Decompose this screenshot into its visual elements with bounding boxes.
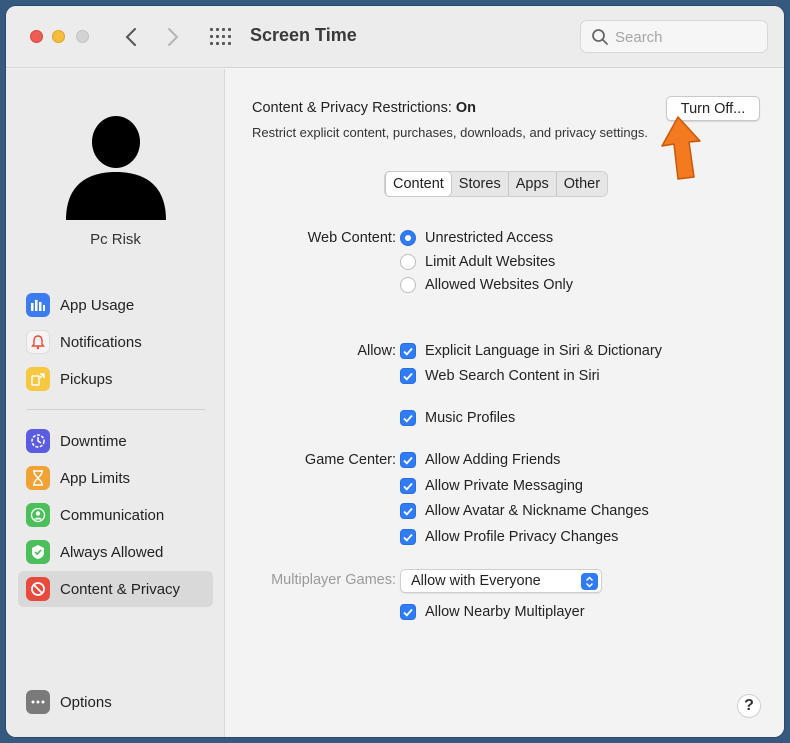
web-content-label: Web Content:: [307, 230, 396, 246]
checkbox-label: Allow Profile Privacy Changes: [425, 529, 619, 545]
content-privacy-pane: Content & Privacy Restrictions: On Restr…: [226, 69, 784, 737]
check-shield-icon: [26, 540, 50, 564]
pickups-icon: [26, 367, 50, 391]
tab-bar: Content Stores Apps Other: [384, 171, 609, 197]
sidebar-divider: [26, 409, 206, 410]
radio-limit-adult-websites[interactable]: Limit Adult Websites: [400, 252, 555, 272]
more-dots-icon: [26, 690, 50, 714]
checkbox-web-search-content[interactable]: Web Search Content in Siri: [400, 366, 600, 386]
bar-chart-icon: [26, 293, 50, 317]
checkbox-label: Allow Private Messaging: [425, 478, 583, 494]
checkbox-label: Allow Adding Friends: [425, 452, 561, 468]
sidebar-item-notifications[interactable]: Notifications: [18, 324, 213, 360]
search-input[interactable]: [615, 27, 763, 47]
checkbox-checked-icon[interactable]: [400, 604, 416, 620]
tab-apps[interactable]: Apps: [509, 172, 557, 196]
window-title: Screen Time: [250, 25, 357, 45]
sidebar-item-label: Always Allowed: [60, 543, 164, 561]
radio-button[interactable]: [400, 277, 416, 293]
sidebar-item-always-allowed[interactable]: Always Allowed: [18, 534, 213, 570]
tab-other[interactable]: Other: [557, 172, 607, 196]
checkbox-allow-profile-privacy[interactable]: Allow Profile Privacy Changes: [400, 527, 618, 547]
sidebar: Pc Risk App Usage Notifications Pickups …: [6, 69, 225, 737]
checkbox-label: Web Search Content in Siri: [425, 368, 600, 384]
checkbox-label: Explicit Language in Siri & Dictionary: [425, 343, 662, 359]
back-button[interactable]: [116, 20, 146, 54]
sidebar-item-label: Notifications: [60, 333, 142, 351]
sidebar-item-label: Communication: [60, 506, 165, 524]
radio-allowed-websites-only[interactable]: Allowed Websites Only: [400, 275, 573, 295]
checkbox-checked-icon[interactable]: [400, 452, 416, 468]
search-icon: [592, 29, 608, 45]
sidebar-item-label: Content & Privacy: [60, 580, 181, 598]
radio-label: Allowed Websites Only: [425, 277, 574, 293]
multiplayer-games-select[interactable]: Allow with Everyone: [400, 569, 602, 593]
tab-content[interactable]: Content: [385, 171, 452, 197]
select-value: Allow with Everyone: [411, 573, 541, 589]
checkbox-allow-adding-friends[interactable]: Allow Adding Friends: [400, 450, 560, 470]
radio-unrestricted-access[interactable]: Unrestricted Access: [400, 228, 553, 248]
allow-label: Allow:: [357, 343, 396, 359]
sidebar-item-communication[interactable]: Communication: [18, 497, 213, 533]
sidebar-item-options[interactable]: Options: [18, 684, 213, 720]
tab-stores[interactable]: Stores: [452, 172, 509, 196]
downtime-icon: [26, 429, 50, 453]
sidebar-item-pickups[interactable]: Pickups: [18, 361, 213, 397]
checkbox-allow-avatar-nickname[interactable]: Allow Avatar & Nickname Changes: [400, 501, 649, 521]
search-field[interactable]: [580, 20, 768, 53]
radio-button[interactable]: [400, 254, 416, 270]
restrictions-title: Content & Privacy Restrictions:: [252, 100, 456, 116]
forward-button[interactable]: [158, 20, 188, 54]
no-entry-icon: [26, 577, 50, 601]
radio-label: Limit Adult Websites: [425, 254, 556, 270]
up-down-arrows-icon: [581, 573, 598, 590]
checkbox-music-profiles[interactable]: Music Profiles: [400, 408, 515, 428]
screen-time-window: Screen Time Pc Risk App Usage Notificati…: [6, 6, 784, 737]
sidebar-item-label: Options: [60, 693, 112, 711]
checkbox-allow-nearby-multiplayer[interactable]: Allow Nearby Multiplayer: [400, 602, 585, 622]
sidebar-item-label: Downtime: [60, 432, 127, 450]
help-button[interactable]: ?: [737, 694, 761, 718]
chevron-right-icon: [168, 28, 179, 46]
checkbox-explicit-language[interactable]: Explicit Language in Siri & Dictionary: [400, 341, 662, 361]
restrictions-status: Content & Privacy Restrictions: On: [252, 100, 476, 116]
restrictions-description: Restrict explicit content, purchases, do…: [252, 125, 648, 140]
bell-icon: [26, 330, 50, 354]
hourglass-icon: [26, 466, 50, 490]
orange-arrow-icon: [661, 116, 701, 180]
sidebar-item-content-privacy[interactable]: Content & Privacy: [18, 571, 213, 607]
radio-button[interactable]: [400, 230, 416, 246]
checkbox-label: Allow Avatar & Nickname Changes: [425, 503, 649, 519]
checkbox-label: Allow Nearby Multiplayer: [425, 604, 585, 620]
minimize-window-button[interactable]: [52, 30, 65, 43]
radio-label: Unrestricted Access: [425, 230, 554, 246]
sidebar-item-app-limits[interactable]: App Limits: [18, 460, 213, 496]
checkbox-checked-icon[interactable]: [400, 410, 416, 426]
sidebar-item-label: App Limits: [60, 469, 131, 487]
chevron-left-icon: [125, 28, 136, 46]
sidebar-item-downtime[interactable]: Downtime: [18, 423, 213, 459]
checkbox-label: Music Profiles: [425, 410, 516, 426]
sidebar-item-label: Pickups: [60, 370, 113, 388]
show-all-grid-icon[interactable]: [210, 28, 232, 46]
user-avatar-icon: [66, 116, 166, 220]
checkbox-checked-icon[interactable]: [400, 368, 416, 384]
sidebar-item-label: App Usage: [60, 296, 135, 314]
multiplayer-games-label: Multiplayer Games:: [271, 572, 396, 588]
close-window-button[interactable]: [30, 30, 43, 43]
person-icon: [26, 503, 50, 527]
restrictions-state: On: [455, 100, 477, 116]
checkbox-checked-icon[interactable]: [400, 529, 416, 545]
zoom-window-button[interactable]: [76, 30, 89, 43]
user-name: Pc Risk: [90, 231, 141, 248]
checkbox-checked-icon[interactable]: [400, 343, 416, 359]
checkbox-checked-icon[interactable]: [400, 478, 416, 494]
checkbox-allow-private-messaging[interactable]: Allow Private Messaging: [400, 476, 583, 496]
title-bar: Screen Time: [6, 6, 784, 68]
game-center-label: Game Center:: [304, 452, 396, 468]
checkbox-checked-icon[interactable]: [400, 503, 416, 519]
sidebar-item-app-usage[interactable]: App Usage: [18, 287, 213, 323]
